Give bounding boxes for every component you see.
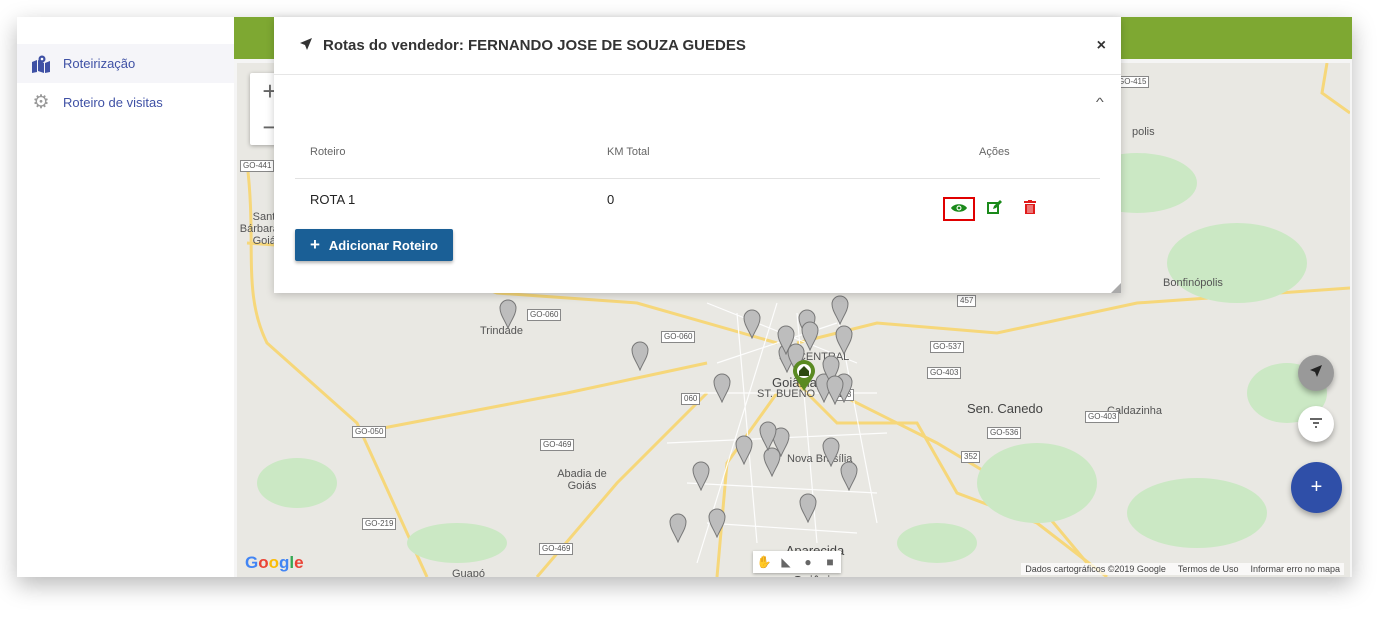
polygon-icon[interactable]: ◣ — [775, 551, 797, 573]
map-place-label: Guapó — [452, 568, 486, 577]
delete-route-button[interactable] — [1014, 197, 1046, 221]
road-shield: GO-060 — [527, 309, 562, 321]
customer-marker[interactable] — [840, 461, 858, 492]
routes-modal: Rotas do vendedor: FERNANDO JOSE DE SOUZ… — [274, 17, 1121, 293]
gear-icon: ⚙ — [32, 92, 50, 113]
sidebar-item-roteirizacao[interactable]: Roteirização — [17, 44, 234, 83]
filter-button[interactable] — [1298, 406, 1334, 442]
customer-marker[interactable] — [743, 309, 761, 340]
google-logo: Google — [245, 553, 304, 572]
column-header-route: Roteiro — [310, 146, 346, 158]
map-marker-icon — [31, 55, 51, 73]
terms-link[interactable]: Termos de Uso — [1178, 564, 1239, 574]
map-place-label: Abadia de Goiás — [557, 468, 607, 492]
home-marker[interactable] — [792, 360, 816, 391]
customer-marker[interactable] — [713, 373, 731, 404]
customer-marker[interactable] — [499, 299, 517, 330]
edit-route-button[interactable] — [978, 197, 1010, 221]
customer-marker[interactable] — [759, 421, 777, 452]
add-route-button[interactable]: + Adicionar Roteiro — [295, 229, 453, 261]
customer-marker[interactable] — [835, 325, 853, 356]
close-button[interactable]: × — [1097, 37, 1106, 55]
map-place-label: Sen. Canedo — [967, 401, 1043, 416]
customer-marker[interactable] — [631, 341, 649, 372]
route-km: 0 — [607, 192, 615, 207]
map-data-credit: Dados cartográficos ©2019 Google — [1025, 564, 1166, 574]
resize-handle[interactable] — [1111, 283, 1121, 293]
map-place-label: Bonfinópolis — [1163, 277, 1223, 289]
customer-marker[interactable] — [708, 508, 726, 539]
report-error-link[interactable]: Informar erro no mapa — [1250, 564, 1340, 574]
road-shield: 457 — [957, 295, 977, 307]
road-shield: GO-050 — [352, 426, 387, 438]
circle-icon[interactable]: ● — [797, 551, 819, 573]
edit-icon — [986, 199, 1002, 219]
eye-icon — [951, 200, 967, 218]
view-route-button[interactable] — [943, 197, 975, 221]
navigation-icon — [1309, 364, 1323, 383]
hand-icon[interactable]: ✋ — [753, 551, 775, 573]
filter-icon — [1310, 415, 1322, 433]
divider — [295, 178, 1100, 179]
customer-marker[interactable] — [822, 437, 840, 468]
modal-header: Rotas do vendedor: FERNANDO JOSE DE SOUZ… — [274, 17, 1121, 75]
road-shield: GO-403 — [927, 367, 962, 379]
customer-marker[interactable] — [669, 513, 687, 544]
customer-marker[interactable] — [799, 493, 817, 524]
road-shield: GO-469 — [539, 543, 574, 555]
column-header-actions: Ações — [979, 146, 1010, 158]
sidebar-item-label: Roteirização — [63, 56, 136, 71]
collapse-chevron-icon[interactable]: ^ — [1096, 95, 1104, 109]
modal-title: Rotas do vendedor: FERNANDO JOSE DE SOUZ… — [323, 37, 746, 54]
road-shield: GO-060 — [661, 331, 696, 343]
add-route-label: Adicionar Roteiro — [328, 237, 438, 253]
navigation-arrow-icon — [299, 37, 313, 55]
road-shield: GO-219 — [362, 518, 397, 530]
road-shield: GO-536 — [987, 427, 1022, 439]
drawing-toolbar: ✋ ◣ ● ■ — [753, 551, 841, 573]
road-shield: GO-441 — [240, 160, 275, 172]
road-shield: 352 — [961, 451, 981, 463]
sidebar-item-label: Roteiro de visitas — [63, 95, 163, 110]
road-shield: GO-537 — [930, 341, 965, 353]
rectangle-icon[interactable]: ■ — [819, 551, 841, 573]
map-place-label: polis — [1132, 126, 1155, 138]
map-attribution: Dados cartográficos ©2019 Google Termos … — [1021, 563, 1344, 575]
plus-icon: + — [309, 235, 320, 254]
customer-marker[interactable] — [826, 375, 844, 406]
sidebar: Roteirização ⚙ Roteiro de visitas — [17, 17, 234, 577]
sidebar-item-roteiro-de-visitas[interactable]: ⚙ Roteiro de visitas — [17, 83, 234, 122]
trash-icon — [1024, 199, 1036, 219]
road-shield: GO-469 — [540, 439, 575, 451]
customer-marker[interactable] — [735, 435, 753, 466]
route-name: ROTA 1 — [310, 192, 356, 207]
my-location-button[interactable] — [1298, 355, 1334, 391]
column-header-km: KM Total — [607, 146, 650, 158]
customer-marker[interactable] — [763, 447, 781, 478]
add-fab-button[interactable]: + — [1291, 462, 1342, 513]
customer-marker[interactable] — [692, 461, 710, 492]
customer-marker[interactable] — [831, 295, 849, 326]
road-shield: 060 — [681, 393, 701, 405]
road-shield: GO-403 — [1085, 411, 1120, 423]
